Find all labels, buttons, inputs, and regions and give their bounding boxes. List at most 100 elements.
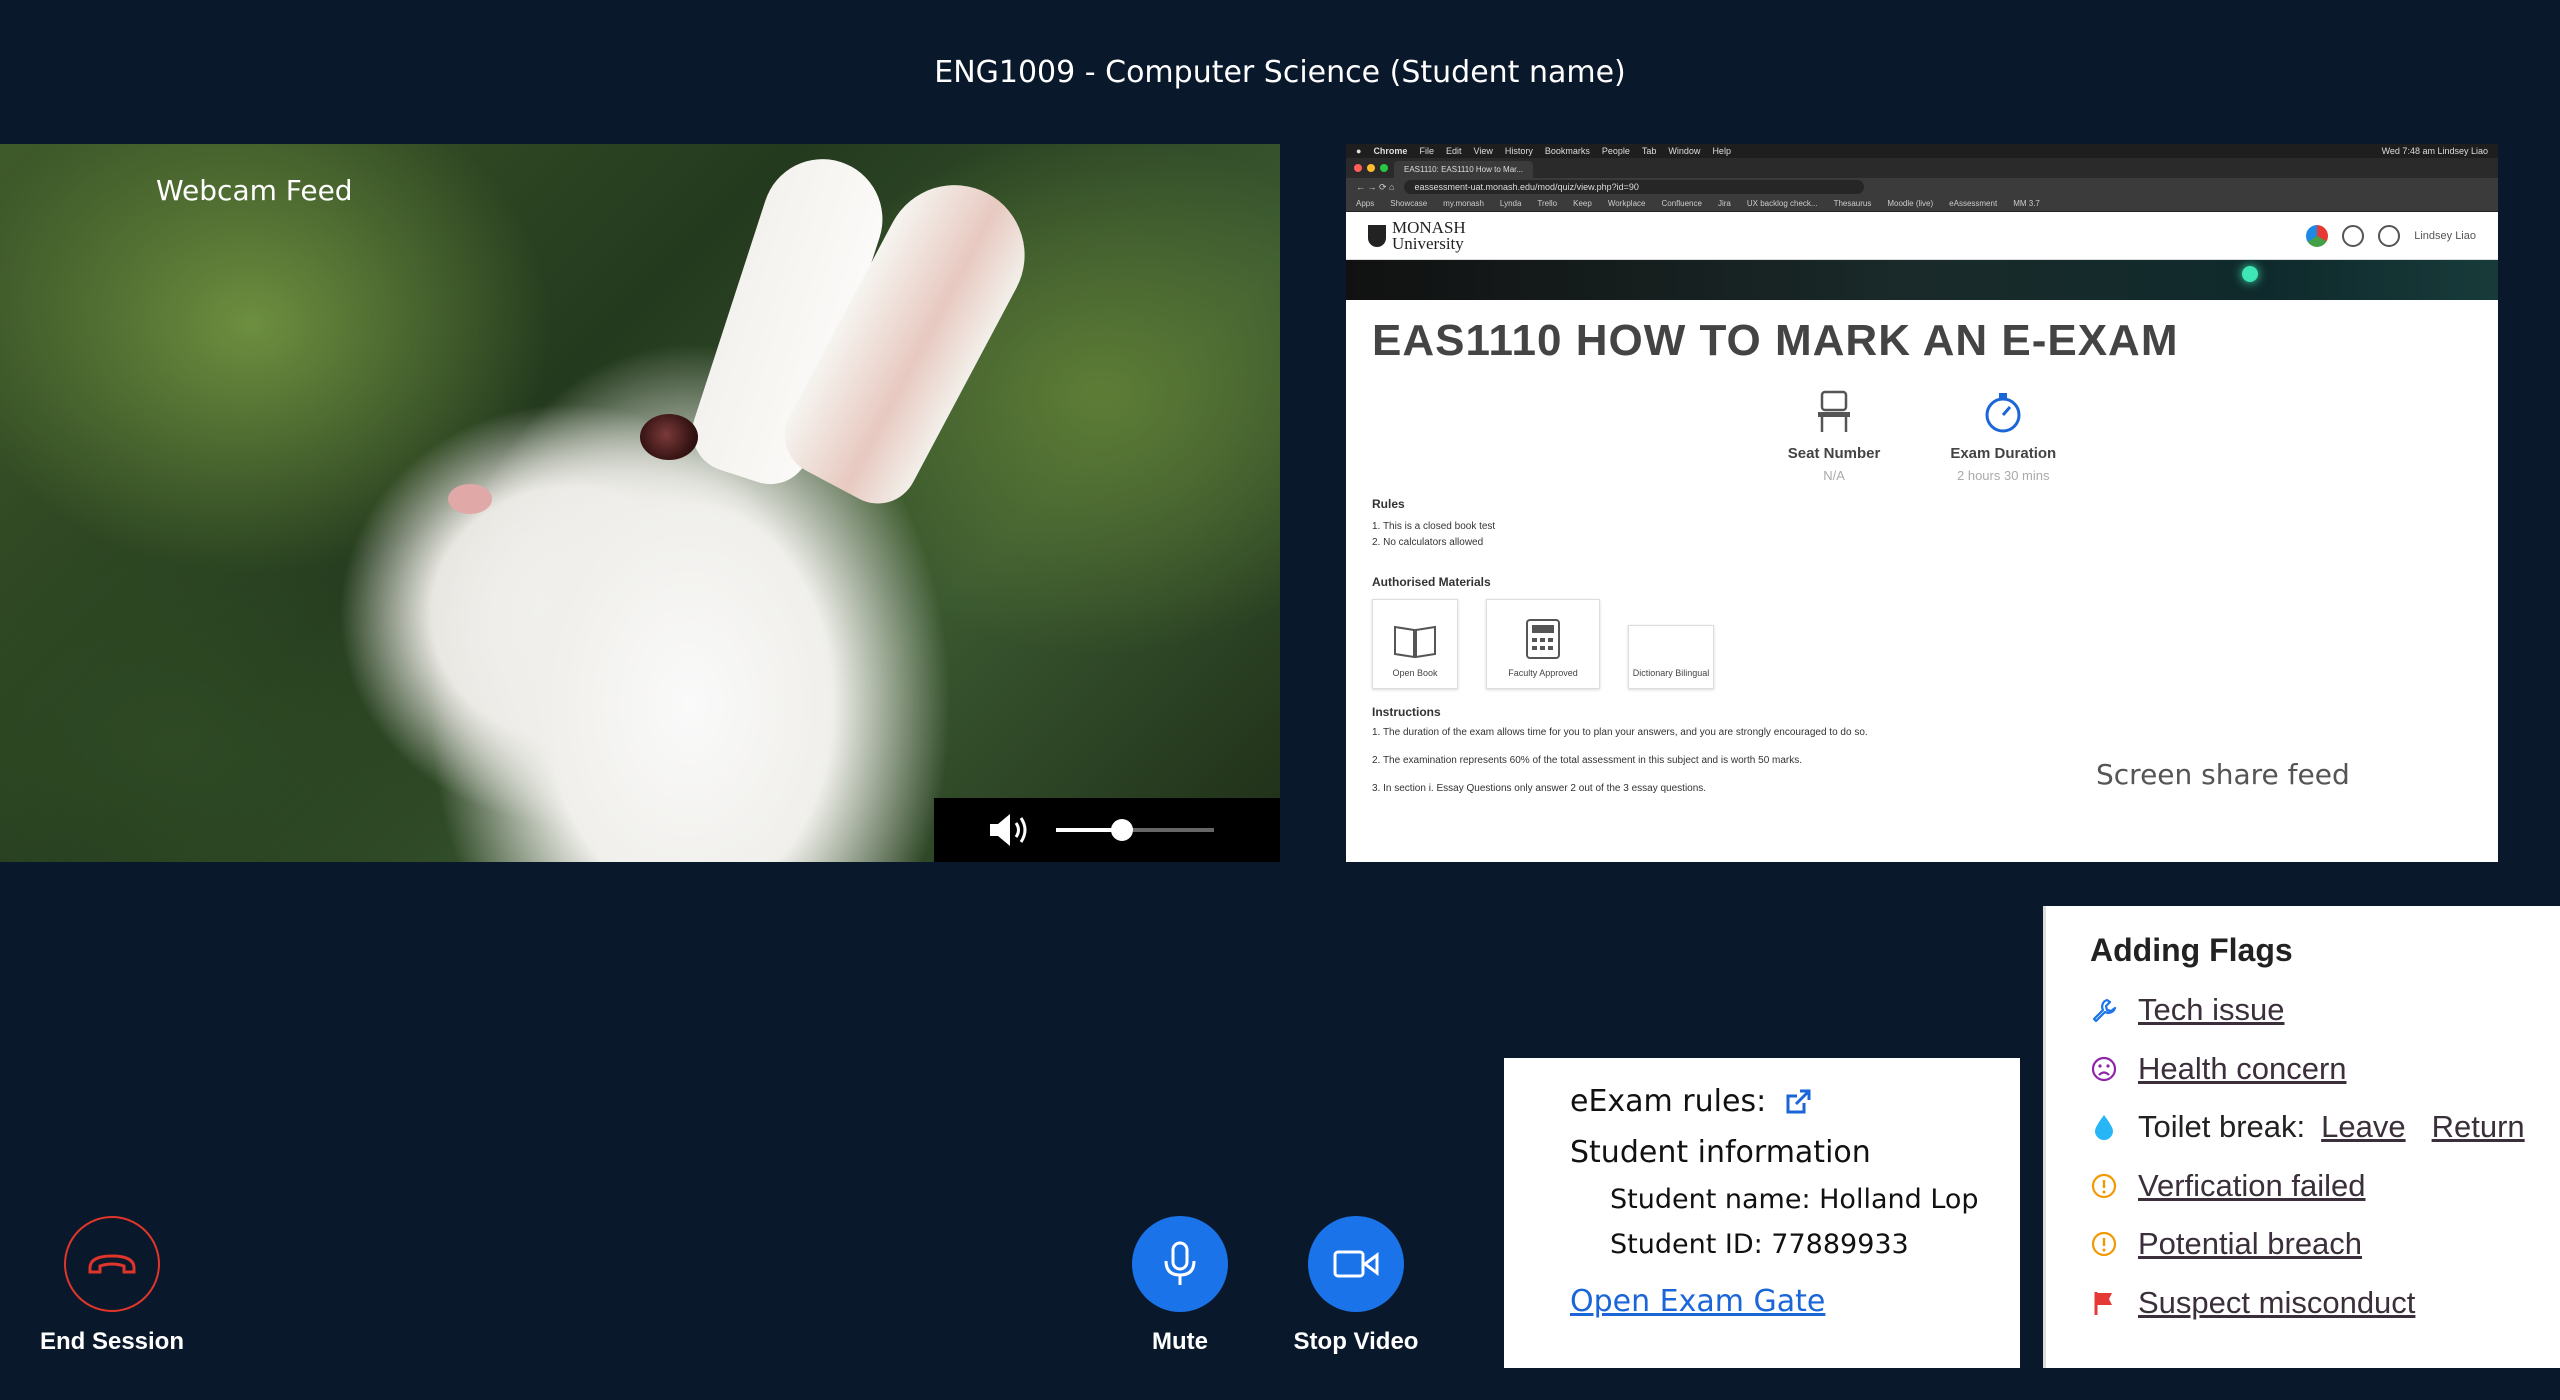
toilet-leave-link[interactable]: Leave	[2321, 1109, 2405, 1145]
open-exam-gate-link[interactable]: Open Exam Gate	[1570, 1284, 1825, 1319]
speaker-icon[interactable]	[986, 810, 1032, 850]
student-id: Student ID: 77889933	[1610, 1229, 1909, 1260]
bookmark: Workplace	[1607, 199, 1646, 208]
monash-header: MONASH University Lindsey Liao	[1346, 212, 2498, 260]
exam-rules-row: eExam rules:	[1570, 1084, 2020, 1119]
bookmark: Lynda	[1499, 199, 1522, 208]
apple-icon: ●	[1356, 146, 1362, 156]
flag-health-concern-label[interactable]: Health concern	[2138, 1051, 2347, 1087]
bookmark: my.monash	[1443, 199, 1484, 208]
duration-info: Exam Duration 2 hours 30 mins	[1950, 390, 2056, 483]
menu-item: Help	[1712, 146, 1731, 156]
material-card: Faculty Approved	[1486, 599, 1600, 689]
flag-suspect-misconduct-label[interactable]: Suspect misconduct	[2138, 1285, 2415, 1321]
volume-knob[interactable]	[1111, 819, 1134, 841]
toilet-break-label: Toilet break:	[2138, 1109, 2306, 1145]
window-controls	[1354, 164, 1388, 172]
video-camera-icon	[1333, 1250, 1379, 1278]
user-avatar-icon	[2378, 224, 2401, 247]
screen-share-label: Screen share feed	[2096, 758, 2350, 791]
seat-label: Seat Number	[1787, 445, 1881, 462]
info-warning-icon	[2090, 1172, 2118, 1200]
seat-info: Seat Number N/A	[1787, 390, 1881, 483]
end-session-label: End Session	[39, 1328, 185, 1355]
menu-item: View	[1473, 146, 1493, 156]
stop-video-label: Stop Video	[1293, 1328, 1419, 1355]
stop-video-button[interactable]	[1308, 1216, 1404, 1312]
apps-icon	[2306, 224, 2329, 247]
bookmark: UX backlog check...	[1746, 199, 1818, 208]
webcam-label: Webcam Feed	[156, 174, 353, 207]
calculator-icon	[1526, 619, 1560, 659]
seat-value: N/A	[1823, 468, 1845, 483]
banner-node	[2242, 266, 2258, 282]
menu-item: Edit	[1445, 146, 1462, 156]
menu-item: Bookmarks	[1544, 146, 1590, 156]
site-banner	[1346, 260, 2498, 300]
volume-control	[934, 798, 1280, 862]
monash-logo: MONASH University	[1368, 219, 1466, 252]
rule-item: 2. No calculators allowed	[1372, 537, 1484, 548]
materials-heading: Authorised Materials	[1372, 575, 1491, 589]
browser-tabbar: EAS1110: EAS1110 How to Mar...	[1346, 158, 2498, 178]
microphone-icon	[1164, 1241, 1196, 1285]
info-warning-icon	[2090, 1230, 2118, 1258]
menu-item: File	[1419, 146, 1434, 156]
screen-share-feed: ● Chrome File Edit View History Bookmark…	[1346, 144, 2498, 862]
flag-verification-failed[interactable]: Verfication failed	[2090, 1157, 2560, 1216]
book-icon	[1394, 625, 1436, 659]
rabbit-image-eye	[640, 414, 698, 460]
mute-button[interactable]	[1132, 1216, 1228, 1312]
bookmark: Moodle (live)	[1887, 199, 1934, 208]
flag-tech-issue-label[interactable]: Tech issue	[2138, 992, 2284, 1028]
material-card: Open Book	[1372, 599, 1458, 689]
end-session-button[interactable]	[64, 1216, 160, 1312]
mute-control: Mute	[1132, 1216, 1228, 1356]
external-link-icon[interactable]	[1784, 1088, 1812, 1116]
exam-info-panel: eExam rules: Student information Student…	[1504, 1058, 2020, 1368]
flags-title: Adding Flags	[2090, 932, 2293, 968]
duration-label: Exam Duration	[1950, 445, 2057, 462]
video-control: Stop Video	[1288, 1216, 1424, 1356]
material-label: Open Book	[1392, 668, 1438, 678]
rabbit-image-nose	[448, 484, 492, 514]
end-session-control: End Session	[16, 1216, 208, 1356]
bookmark: eAssessment	[1949, 199, 1998, 208]
user-area: Lindsey Liao	[2306, 224, 2476, 247]
hangup-phone-icon	[88, 1254, 136, 1274]
flag-suspect-misconduct[interactable]: Suspect misconduct	[2090, 1274, 2560, 1333]
gear-icon	[2342, 224, 2365, 247]
menu-item: People	[1601, 146, 1630, 156]
material-label: Faculty Approved	[1508, 668, 1578, 678]
flags-panel: Adding Flags Tech issue Health concern T…	[2043, 906, 2560, 1368]
monash-shield-icon	[1368, 224, 1386, 247]
stopwatch-icon	[1985, 393, 2021, 433]
wrench-icon	[2090, 996, 2118, 1024]
water-drop-icon	[2090, 1113, 2118, 1141]
menu-item: Window	[1668, 146, 1701, 156]
bookmark: Keep	[1573, 199, 1592, 208]
sad-face-icon	[2090, 1055, 2118, 1083]
student-name: Student name: Holland Lop	[1610, 1184, 1979, 1215]
toilet-return-link[interactable]: Return	[2432, 1109, 2525, 1145]
flag-health-concern[interactable]: Health concern	[2090, 1040, 2560, 1099]
menu-item: History	[1504, 146, 1533, 156]
nav-arrows-icon: ← → ⟳ ⌂	[1356, 181, 1395, 192]
menu-item: Tab	[1641, 146, 1657, 156]
exam-info: Seat Number N/A Exam Duration 2 hours 30…	[1346, 390, 2498, 483]
seat-icon	[1818, 390, 1851, 432]
menu-item: Chrome	[1373, 146, 1408, 156]
flag-verification-failed-label[interactable]: Verfication failed	[2138, 1168, 2365, 1204]
exam-title: EAS1110 HOW TO MARK AN E-EXAM	[1372, 316, 2179, 365]
menubar-status: Wed 7:48 am Lindsey Liao	[2381, 146, 2488, 156]
flag-potential-breach-label[interactable]: Potential breach	[2138, 1226, 2362, 1262]
flag-toilet-break: Toilet break: Leave Return	[2090, 1098, 2560, 1157]
duration-value: 2 hours 30 mins	[1957, 468, 2050, 483]
flag-tech-issue[interactable]: Tech issue	[2090, 981, 2560, 1040]
flag-potential-breach[interactable]: Potential breach	[2090, 1215, 2560, 1274]
volume-slider[interactable]	[1056, 819, 1214, 841]
material-label: Dictionary Bilingual	[1632, 668, 1710, 678]
webcam-feed: Webcam Feed	[0, 144, 1280, 862]
material-card: Dictionary Bilingual	[1628, 625, 1714, 689]
exam-rules-label: eExam rules:	[1570, 1084, 1767, 1119]
